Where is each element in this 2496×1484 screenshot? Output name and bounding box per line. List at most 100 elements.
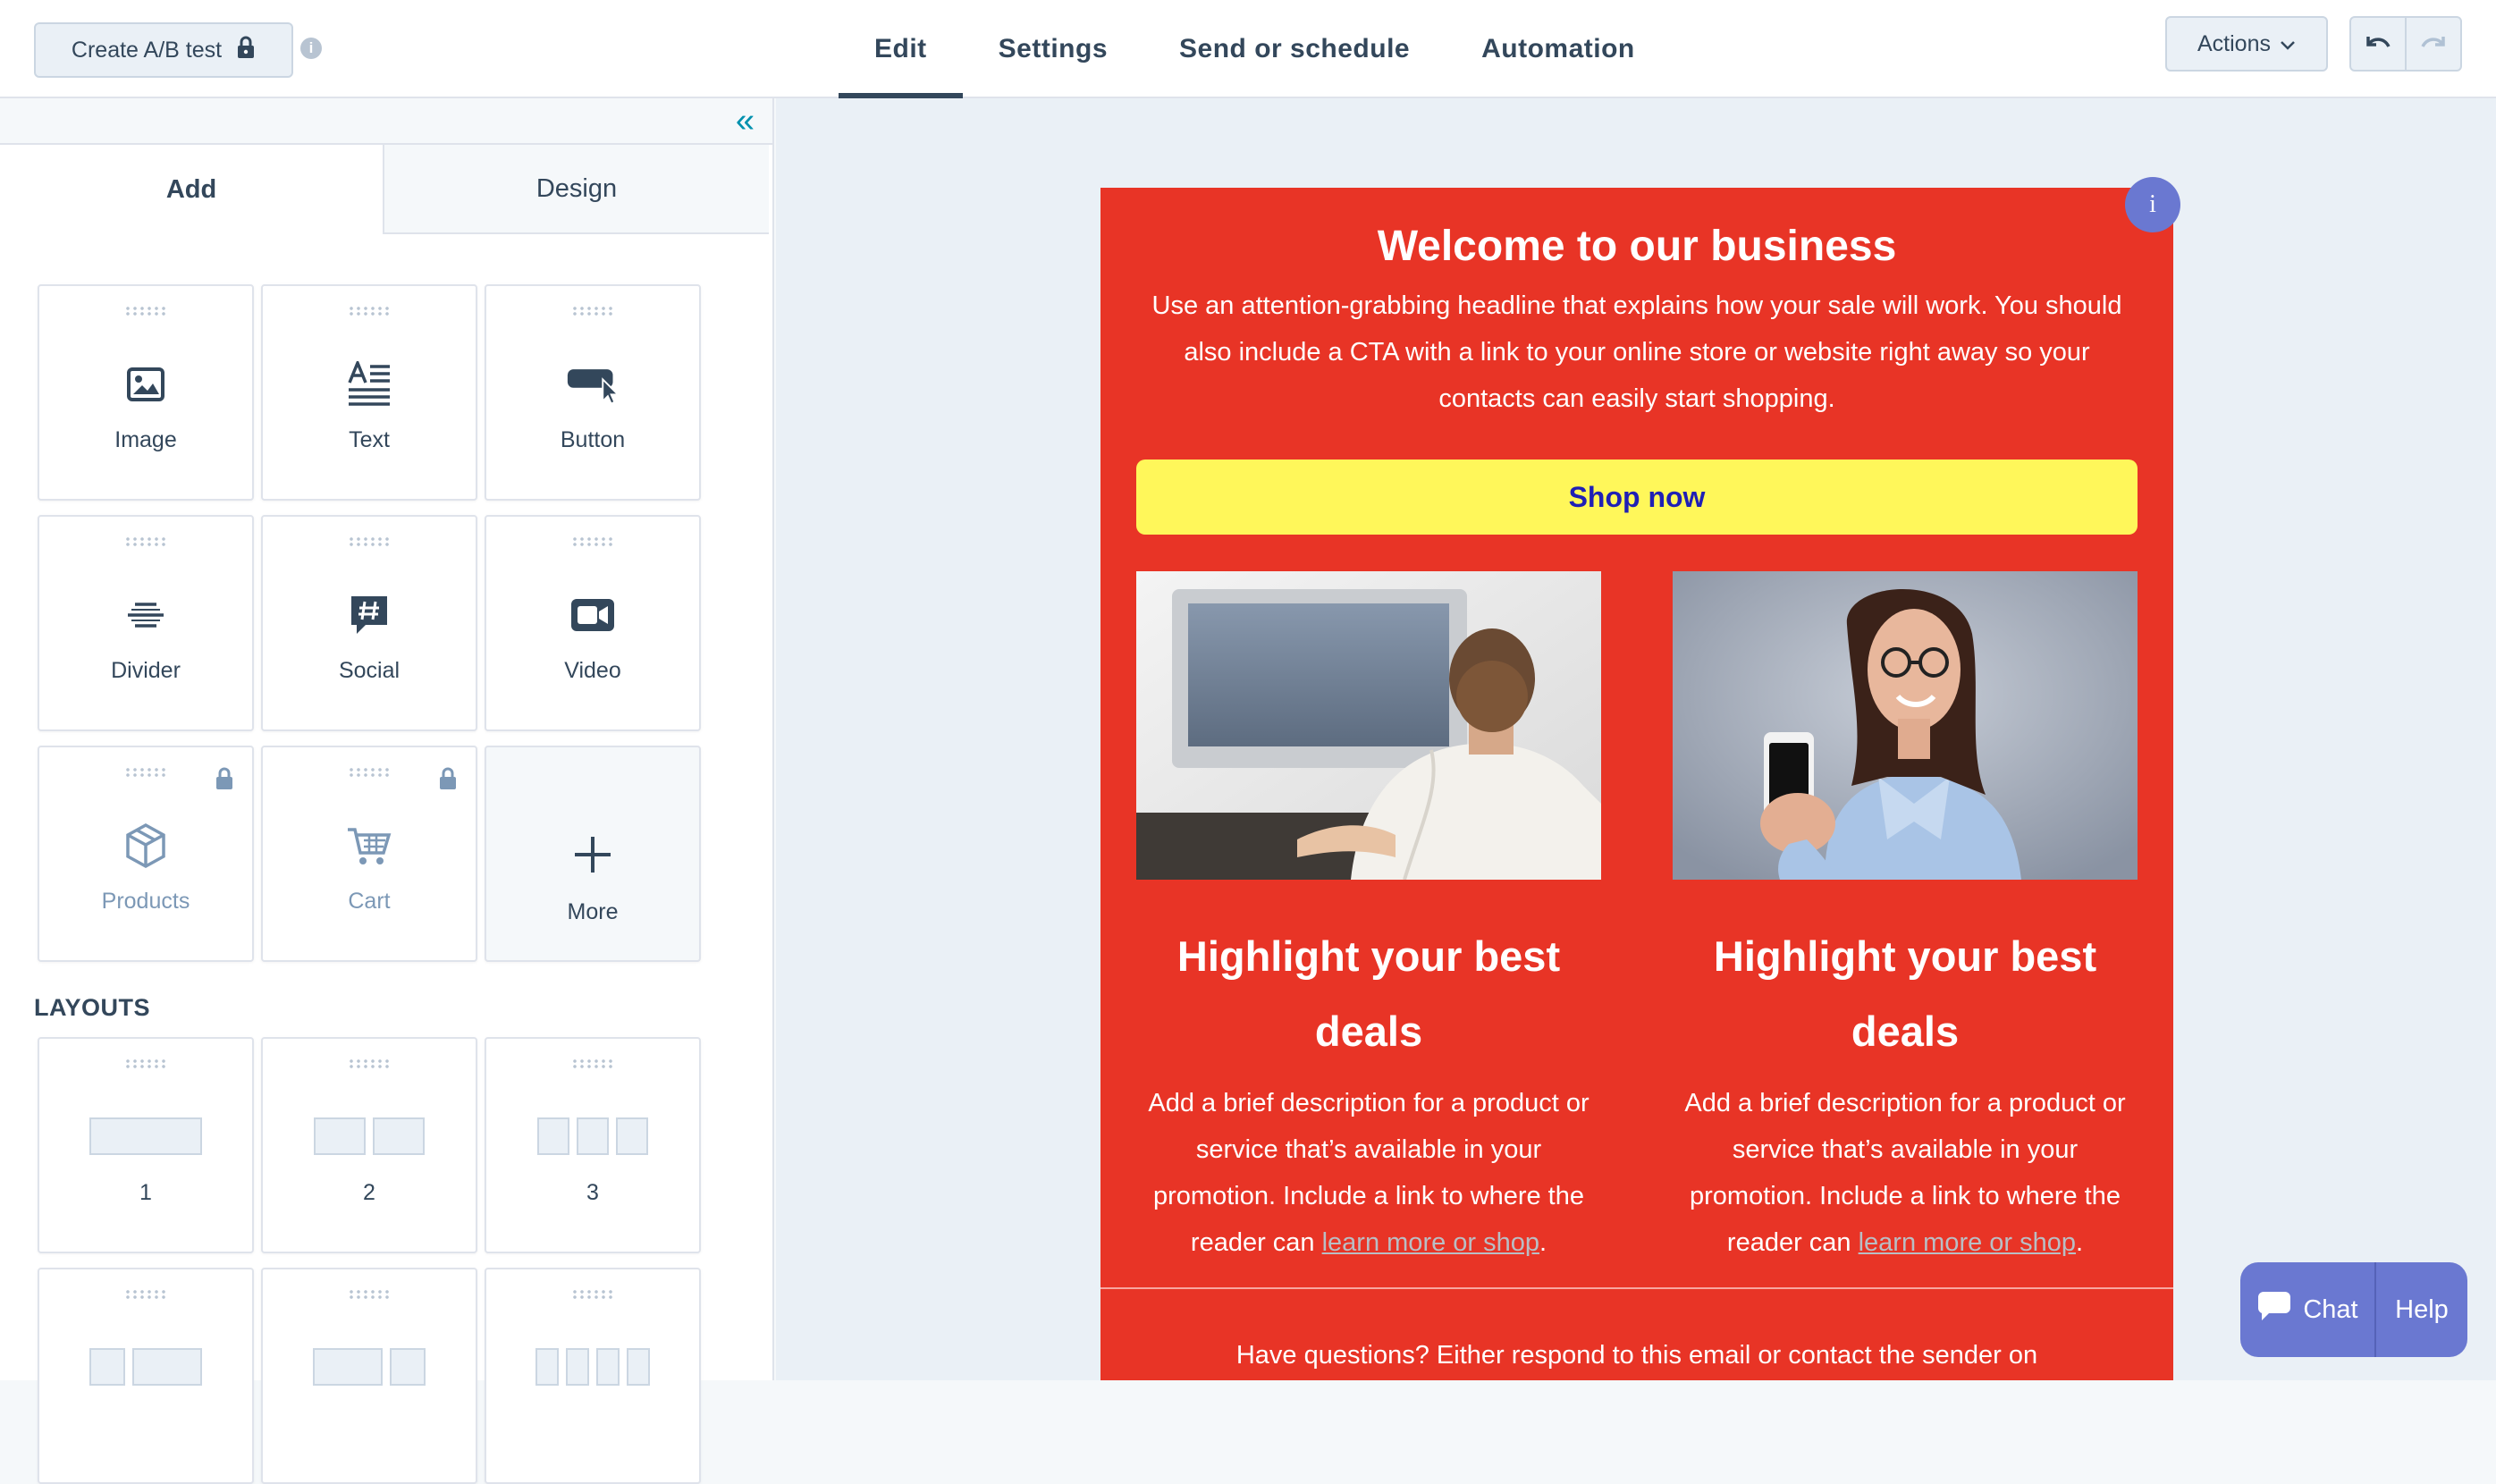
deal-description-end: . [1539, 1228, 1547, 1257]
button-icon [566, 358, 620, 411]
sidebar-tabs: Add Design [0, 145, 772, 234]
redo-icon[interactable] [2405, 18, 2460, 70]
chat-widget: Chat Help [2240, 1262, 2467, 1357]
module-button[interactable]: Button [485, 284, 701, 501]
module-social[interactable]: Social [261, 515, 477, 731]
drag-handle-icon[interactable] [348, 536, 391, 547]
drag-handle-icon[interactable] [124, 536, 167, 547]
module-text[interactable]: Text [261, 284, 477, 501]
tab-send-or-schedule[interactable]: Send or schedule [1143, 0, 1446, 98]
undo-redo-group [2349, 16, 2462, 72]
lock-icon [236, 36, 256, 65]
drag-handle-icon[interactable] [124, 306, 167, 316]
drag-handle-icon[interactable] [348, 1289, 391, 1300]
tab-add[interactable]: Add [0, 145, 384, 234]
module-more[interactable]: More [485, 746, 701, 962]
tab-design[interactable]: Design [384, 145, 769, 234]
undo-icon[interactable] [2351, 18, 2405, 70]
module-label: More [567, 899, 619, 924]
drag-handle-icon[interactable] [571, 306, 614, 316]
module-label: Social [338, 658, 401, 683]
learn-more-link[interactable]: learn more or shop [1322, 1228, 1539, 1257]
drag-handle-icon[interactable] [348, 767, 391, 778]
layout-2-1-column[interactable] [261, 1268, 477, 1484]
tab-settings[interactable]: Settings [963, 0, 1143, 98]
chat-bubble-icon [2256, 1290, 2292, 1329]
cart-icon [342, 819, 396, 873]
layout-label: 3 [586, 1180, 599, 1205]
shop-now-button[interactable]: Shop now [1136, 460, 2138, 535]
layout-preview-icon [314, 1117, 425, 1155]
deal-column-left[interactable]: Highlight your best deals Add a brief de… [1136, 571, 1601, 1266]
actions-label: Actions [2197, 30, 2271, 56]
divider-icon [119, 588, 173, 642]
email-intro-text[interactable]: Use an attention-grabbing headline that … [1145, 282, 2129, 422]
layout-label: 2 [363, 1180, 375, 1205]
chevron-down-icon [2280, 31, 2296, 57]
layout-preview-icon [89, 1117, 202, 1155]
layout-1-2-column[interactable] [38, 1268, 254, 1484]
drag-handle-icon[interactable] [348, 1058, 391, 1069]
deal-description[interactable]: Add a brief description for a product or… [1136, 1080, 1601, 1266]
help-button[interactable]: Help [2376, 1262, 2467, 1357]
tab-edit[interactable]: Edit [839, 0, 963, 98]
ab-test-label: Create A/B test [71, 37, 223, 63]
module-video[interactable]: Video [485, 515, 701, 731]
drag-handle-icon[interactable] [348, 306, 391, 316]
layout-3-column[interactable]: 3 [485, 1037, 701, 1253]
text-icon [342, 358, 396, 411]
layout-1-column[interactable]: 1 [38, 1037, 254, 1253]
tab-automation[interactable]: Automation [1446, 0, 1671, 98]
layout-label: 1 [139, 1180, 152, 1205]
drag-handle-icon[interactable] [124, 767, 167, 778]
video-icon [566, 588, 620, 642]
module-image[interactable]: Image [38, 284, 254, 501]
editor-tabs: Edit Settings Send or schedule Automatio… [839, 0, 1671, 98]
lock-icon [438, 767, 458, 795]
sidebar: « Add Design Image Text Button Divider S… [0, 98, 774, 1484]
module-label: Products [101, 889, 190, 914]
module-label: Cart [348, 889, 391, 914]
tv-viewer-image[interactable] [1136, 571, 1601, 880]
deal-heading[interactable]: Highlight your best deals [1136, 919, 1601, 1069]
drag-handle-icon[interactable] [124, 1058, 167, 1069]
layout-4-column[interactable] [485, 1268, 701, 1484]
sidebar-collapse-row: « [0, 98, 772, 145]
deal-column-right[interactable]: Highlight your best deals Add a brief de… [1673, 571, 2138, 1266]
chat-label: Chat [2303, 1294, 2358, 1324]
email-divider [1100, 1287, 2173, 1289]
module-label: Button [560, 427, 626, 452]
woman-phone-image[interactable] [1673, 571, 2138, 880]
layout-grid: 1 2 3 [38, 1037, 701, 1484]
drag-handle-icon[interactable] [571, 536, 614, 547]
deal-description[interactable]: Add a brief description for a product or… [1673, 1080, 2138, 1266]
module-label: Video [564, 658, 621, 683]
email-headline[interactable]: Welcome to our business [1100, 222, 2173, 271]
module-divider[interactable]: Divider [38, 515, 254, 731]
deal-heading[interactable]: Highlight your best deals [1673, 919, 2138, 1069]
drag-handle-icon[interactable] [124, 1289, 167, 1300]
learn-more-link[interactable]: learn more or shop [1859, 1228, 2076, 1257]
social-icon [342, 588, 396, 642]
module-label: Image [114, 427, 177, 452]
module-grid: Image Text Button Divider Social Video P… [38, 284, 701, 962]
layout-2-column[interactable]: 2 [261, 1037, 477, 1253]
image-icon [119, 358, 173, 411]
create-ab-test-button[interactable]: Create A/B test [34, 22, 293, 78]
drag-handle-icon[interactable] [571, 1058, 614, 1069]
email-footer-text[interactable]: Have questions? Either respond to this e… [1100, 1341, 2173, 1370]
email-preview[interactable]: i Welcome to our business Use an attenti… [1100, 177, 2180, 1380]
chat-button[interactable]: Chat [2240, 1262, 2376, 1357]
info-icon[interactable]: i [300, 38, 322, 59]
module-label: Divider [111, 658, 181, 683]
module-cart[interactable]: Cart [261, 746, 477, 962]
lock-icon [215, 767, 234, 795]
deal-description-end: . [2076, 1228, 2084, 1257]
layout-preview-icon [537, 1117, 648, 1155]
actions-dropdown-button[interactable]: Actions [2165, 16, 2328, 72]
top-bar: Create A/B test i Edit Settings Send or … [0, 0, 2496, 98]
products-icon [119, 819, 173, 873]
collapse-sidebar-icon[interactable]: « [736, 104, 755, 138]
drag-handle-icon[interactable] [571, 1289, 614, 1300]
module-products[interactable]: Products [38, 746, 254, 962]
